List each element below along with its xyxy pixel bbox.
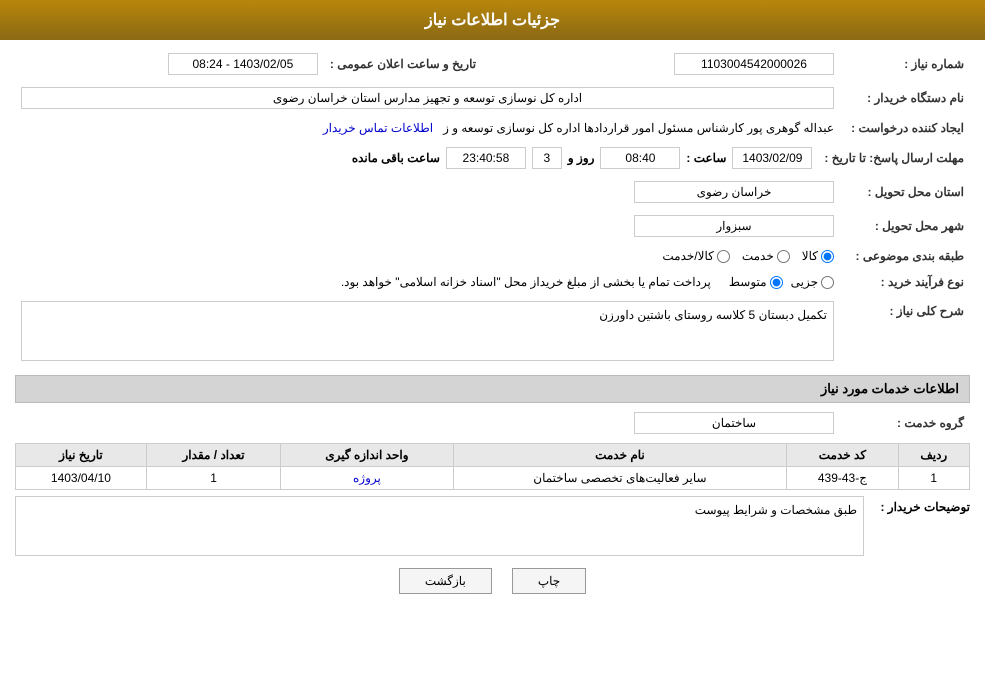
info-table-need-desc: شرح کلی نیاز :: [15, 298, 970, 367]
col-header-name: نام خدمت: [453, 444, 787, 467]
info-table-row1: شماره نیاز : 1103004542000026 تاریخ و سا…: [15, 50, 970, 78]
requester-contact-link[interactable]: اطلاعات تماس خریدار: [323, 121, 433, 135]
cell-date: 1403/04/10: [16, 467, 147, 490]
back-button[interactable]: بازگشت: [399, 568, 492, 594]
category-khedmat-label: خدمت: [742, 249, 774, 263]
city-label: شهر محل تحویل :: [840, 212, 970, 240]
province-value-cell: خراسان رضوی: [15, 178, 840, 206]
process-note: پرداخت تمام یا بخشی از مبلغ خریداز محل "…: [341, 275, 711, 289]
category-kala-khedmat-radio[interactable]: [717, 250, 730, 263]
process-jozi-radio[interactable]: [821, 276, 834, 289]
cell-code: ج-43-439: [787, 467, 898, 490]
process-jozi: جزیی: [791, 275, 834, 289]
cell-row: 1: [898, 467, 969, 490]
process-options-cell: جزیی متوسط پرداخت تمام یا بخشی از مبلغ خ…: [15, 272, 840, 292]
requester-value: عبداله گوهری پور کارشناس مسئول امور قرار…: [443, 121, 834, 135]
process-motavaset-label: متوسط: [729, 275, 767, 289]
need-number-value-cell: 1103004542000026: [512, 50, 840, 78]
service-group-value-cell: ساختمان: [15, 409, 840, 437]
process-label: نوع فرآیند خرید :: [840, 272, 970, 292]
buyer-org-value-cell: اداره کل نوسازی توسعه و تجهیز مدارس استا…: [15, 84, 840, 112]
col-header-unit: واحد اندازه گیری: [281, 444, 453, 467]
response-time-label: ساعت :: [686, 151, 726, 165]
col-header-date: تاریخ نیاز: [16, 444, 147, 467]
province-value: خراسان رضوی: [634, 181, 834, 203]
info-table-service-group: گروه خدمت : ساختمان: [15, 409, 970, 437]
process-motavaset-radio[interactable]: [770, 276, 783, 289]
category-khedmat: خدمت: [742, 249, 790, 263]
buyer-notes-textarea[interactable]: [15, 496, 864, 556]
info-table-row2: نام دستگاه خریدار : اداره کل نوسازی توسع…: [15, 84, 970, 112]
main-content: شماره نیاز : 1103004542000026 تاریخ و سا…: [0, 40, 985, 619]
col-header-code: کد خدمت: [787, 444, 898, 467]
category-label: طبقه بندی موضوعی :: [840, 246, 970, 266]
buyer-notes-label: توضیحات خریدار :: [870, 496, 970, 556]
process-motavaset: متوسط: [729, 275, 783, 289]
buyer-org-label: نام دستگاه خریدار :: [840, 84, 970, 112]
service-group-label: گروه خدمت :: [840, 409, 970, 437]
requester-label: ایجاد کننده درخواست :: [840, 118, 970, 138]
response-remaining: 23:40:58: [446, 147, 526, 169]
need-number-label: شماره نیاز :: [840, 50, 970, 78]
category-kala-radio[interactable]: [821, 250, 834, 263]
info-table-row8: نوع فرآیند خرید : جزیی متوسط پرداخت تمام…: [15, 272, 970, 292]
process-jozi-label: جزیی: [791, 275, 818, 289]
city-value-cell: سبزوار: [15, 212, 840, 240]
announcement-date-label: تاریخ و ساعت اعلان عمومی :: [324, 50, 482, 78]
response-deadline-label: مهلت ارسال پاسخ: تا تاریخ :: [818, 144, 970, 172]
announcement-date-value-cell: 1403/02/05 - 08:24: [15, 50, 324, 78]
need-description-textarea[interactable]: [21, 301, 834, 361]
table-row: 1 ج-43-439 سایر فعالیت‌های تخصصی ساختمان…: [16, 467, 970, 490]
response-date: 1403/02/09: [732, 147, 812, 169]
category-khedmat-radio[interactable]: [777, 250, 790, 263]
need-description-label: شرح کلی نیاز :: [840, 298, 970, 367]
info-table-row6: شهر محل تحویل : سبزوار: [15, 212, 970, 240]
service-group-value: ساختمان: [634, 412, 834, 434]
page-header: جزئیات اطلاعات نیاز: [0, 0, 985, 40]
response-days: 3: [532, 147, 562, 169]
print-button[interactable]: چاپ: [512, 568, 586, 594]
response-remaining-label: ساعت باقی مانده: [352, 151, 440, 165]
col-header-row: ردیف: [898, 444, 969, 467]
category-kala-khedmat-label: کالا/خدمت: [662, 249, 713, 263]
need-number-value: 1103004542000026: [674, 53, 834, 75]
requester-value-cell: عبداله گوهری پور کارشناس مسئول امور قرار…: [15, 118, 840, 138]
btn-row: چاپ بازگشت: [15, 568, 970, 609]
category-kala-label: کالا: [802, 249, 818, 263]
services-section-title: اطلاعات خدمات مورد نیاز: [15, 375, 970, 403]
info-table-row7: طبقه بندی موضوعی : کالا خدمت: [15, 246, 970, 266]
response-time: 08:40: [600, 147, 680, 169]
cell-unit[interactable]: پروژه: [281, 467, 453, 490]
cell-qty: 1: [146, 467, 280, 490]
need-description-value-cell: [15, 298, 840, 367]
info-table-row5: استان محل تحویل : خراسان رضوی: [15, 178, 970, 206]
category-kala-khedmat: کالا/خدمت: [662, 249, 729, 263]
response-deadline-values: 1403/02/09 ساعت : 08:40 روز و 3 23:40:58…: [15, 144, 818, 172]
notes-section: توضیحات خریدار :: [15, 496, 970, 556]
page-title: جزئیات اطلاعات نیاز: [425, 12, 560, 29]
city-value: سبزوار: [634, 215, 834, 237]
cell-name: سایر فعالیت‌های تخصصی ساختمان: [453, 467, 787, 490]
info-table-row3: ایجاد کننده درخواست : عبداله گوهری پور ک…: [15, 118, 970, 138]
response-day-label: روز و: [568, 151, 595, 165]
col-header-qty: تعداد / مقدار: [146, 444, 280, 467]
category-kala: کالا: [802, 249, 834, 263]
province-label: استان محل تحویل :: [840, 178, 970, 206]
services-table: ردیف کد خدمت نام خدمت واحد اندازه گیری ت…: [15, 443, 970, 490]
buyer-org-value: اداره کل نوسازی توسعه و تجهیز مدارس استا…: [21, 87, 834, 109]
page-wrapper: جزئیات اطلاعات نیاز شماره نیاز : 1103004…: [0, 0, 985, 691]
category-options-cell: کالا خدمت کالا/خدمت: [15, 246, 840, 266]
announcement-date-value: 1403/02/05 - 08:24: [168, 53, 318, 75]
info-table-row4: مهلت ارسال پاسخ: تا تاریخ : 1403/02/09 س…: [15, 144, 970, 172]
